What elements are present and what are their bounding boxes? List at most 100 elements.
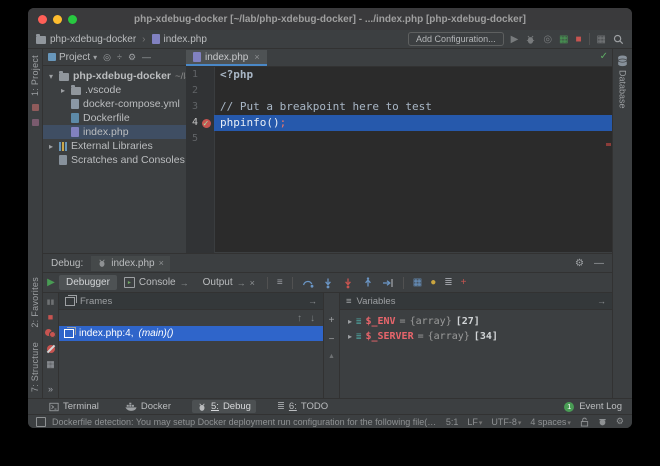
jump-to-output-icon[interactable]: → <box>237 278 246 288</box>
tree-item-external-libraries[interactable]: ▸ External Libraries <box>43 139 186 153</box>
tree-item-docker-compose[interactable]: docker-compose.yml <box>43 97 186 111</box>
tool-window-button-todo[interactable]: ≣ 6: TODO <box>272 400 333 413</box>
close-icon[interactable]: × <box>250 278 255 288</box>
previous-frame-icon[interactable]: ↑ <box>297 313 302 324</box>
stripe-icon[interactable] <box>31 104 39 112</box>
add-watch-icon[interactable]: + <box>329 315 335 326</box>
remove-watch-icon[interactable]: − <box>329 334 335 345</box>
stripe-icon[interactable] <box>31 119 39 127</box>
verified-breakpoint-icon[interactable] <box>201 116 211 132</box>
indent-selector[interactable]: 4 spaces▾ <box>530 417 571 427</box>
minimize-window-button[interactable] <box>53 15 62 24</box>
debug-session-tab[interactable]: index.php × <box>91 255 170 271</box>
pin-icon[interactable]: → <box>597 296 606 306</box>
settings-gear-icon[interactable]: ⚙ <box>128 52 136 63</box>
view-breakpoints-icon[interactable] <box>45 329 56 338</box>
collapse-all-icon[interactable]: ÷ <box>117 52 122 62</box>
project-panel-title[interactable]: Project <box>59 52 90 63</box>
breakpoint-gutter[interactable] <box>198 131 214 147</box>
variable-row[interactable]: ▸ ≣ $_SERVER = {array} [34] <box>340 329 612 344</box>
breakpoint-gutter[interactable] <box>198 67 214 83</box>
hector-inspections-icon[interactable] <box>598 417 607 427</box>
settings-gear-icon[interactable]: ⚙ <box>575 258 584 269</box>
mute-breakpoints-icon[interactable] <box>46 345 55 353</box>
editor-tab-index-php[interactable]: index.php × <box>186 50 267 66</box>
zoom-window-button[interactable] <box>68 15 77 24</box>
run-to-cursor-icon[interactable] <box>382 277 394 289</box>
add-watch-icon[interactable]: + <box>461 277 467 288</box>
coin-icon[interactable]: ● <box>430 277 436 288</box>
breadcrumb-project[interactable]: php-xdebug-docker <box>50 34 136 45</box>
hide-panel-icon[interactable]: — <box>142 52 151 62</box>
event-log-button[interactable]: 1 Event Log <box>564 401 622 412</box>
tool-window-button-docker[interactable]: Docker <box>120 400 176 413</box>
close-window-button[interactable] <box>38 15 47 24</box>
resume-program-icon[interactable]: ▶ <box>47 277 55 288</box>
search-everywhere-icon[interactable] <box>613 34 624 45</box>
breakpoint-gutter[interactable] <box>198 99 214 115</box>
run-icon[interactable]: ▶ <box>511 34 519 45</box>
stack-frame-row[interactable]: index.php:4, (main)() <box>59 326 323 341</box>
chevron-right-icon[interactable]: ▸ <box>348 332 352 341</box>
chevron-down-icon[interactable]: ▾ <box>47 72 55 81</box>
event-count-badge: 1 <box>564 401 575 412</box>
jump-to-console-icon[interactable]: → <box>180 278 189 288</box>
locate-file-icon[interactable]: ◎ <box>103 52 111 63</box>
next-frame-icon[interactable]: ↓ <box>310 313 315 324</box>
breakpoint-gutter[interactable] <box>198 115 214 132</box>
step-over-icon[interactable] <box>302 277 314 289</box>
add-configuration-button[interactable]: Add Configuration... <box>408 32 504 46</box>
hide-panel-icon[interactable]: — <box>594 258 604 269</box>
chevron-right-icon[interactable]: ▸ <box>59 86 67 95</box>
tool-window-button-favorites[interactable]: 2: Favorites <box>30 277 40 328</box>
tab-console[interactable]: ▸ Console → <box>117 275 196 290</box>
tool-window-button-debug[interactable]: 5: Debug <box>192 400 256 413</box>
code-editor[interactable]: 1 <?php 2 3 // Put a breakpoint here to … <box>186 67 612 253</box>
breakpoint-gutter[interactable] <box>198 83 214 99</box>
stop-icon[interactable]: ■ <box>576 34 582 45</box>
tool-window-button-project[interactable]: 1: Project <box>30 55 40 96</box>
caret-position[interactable]: 5:1 <box>446 417 459 427</box>
tool-window-button-database[interactable]: Database <box>618 70 628 109</box>
breadcrumb-file[interactable]: index.php <box>164 34 207 45</box>
show-execution-point-icon[interactable]: ≡ <box>277 277 283 288</box>
tool-window-button-terminal[interactable]: Terminal <box>44 400 104 413</box>
move-watch-up-icon[interactable]: ▲ <box>328 353 335 360</box>
tree-item-vscode[interactable]: ▸ .vscode <box>43 83 186 97</box>
tool-window-label: Docker <box>140 401 171 412</box>
profiler-icon[interactable]: ▦ <box>559 34 568 45</box>
status-message[interactable]: Dockerfile detection: You may setup Dock… <box>52 417 440 427</box>
stop-icon[interactable]: ■ <box>48 313 53 322</box>
force-step-into-icon[interactable] <box>342 277 354 289</box>
coverage-icon[interactable]: ◎ <box>543 34 552 45</box>
line-separator-selector[interactable]: LF▾ <box>467 417 482 427</box>
lock-icon[interactable] <box>580 417 589 427</box>
tool-window-button-structure[interactable]: 7: Structure <box>30 342 40 392</box>
tab-output[interactable]: Output → × <box>196 275 262 290</box>
tree-item-dockerfile[interactable]: Dockerfile <box>43 111 186 125</box>
step-out-icon[interactable] <box>362 276 374 289</box>
chevron-right-icon[interactable]: ▸ <box>47 142 55 151</box>
tool-window-layout-icon[interactable]: ▦ <box>597 34 606 45</box>
pause-icon[interactable]: ▮▮ <box>47 299 55 306</box>
chevron-right-icon[interactable]: ▸ <box>348 317 352 326</box>
tree-item-index-php[interactable]: index.php <box>43 125 186 139</box>
tab-debugger[interactable]: Debugger <box>59 275 117 290</box>
pin-icon[interactable]: → <box>308 296 317 306</box>
inspections-ok-icon[interactable]: ✓ <box>600 51 608 62</box>
close-icon[interactable]: × <box>159 258 164 268</box>
close-icon[interactable]: × <box>254 52 259 62</box>
hide-icon[interactable]: » <box>48 385 53 394</box>
restore-layout-icon[interactable]: ▦ <box>46 360 55 369</box>
tree-item-scratches[interactable]: Scratches and Consoles <box>43 153 186 167</box>
tree-item-project-root[interactable]: ▾ php-xdebug-docker ~/lab/php- <box>43 69 186 83</box>
step-into-icon[interactable] <box>322 277 334 289</box>
evaluate-expression-icon[interactable]: ▦ <box>413 277 422 288</box>
settings-gear-icon[interactable]: ⚙ <box>616 416 624 427</box>
variable-row[interactable]: ▸ ≣ $_ENV = {array} [27] <box>340 314 612 329</box>
tool-window-switcher-icon[interactable] <box>36 416 46 427</box>
chevron-down-icon[interactable]: ▾ <box>93 53 97 62</box>
encoding-selector[interactable]: UTF-8▾ <box>491 417 521 427</box>
debug-bug-icon[interactable] <box>525 34 536 45</box>
view-as-list-icon[interactable]: ≣ <box>444 277 452 288</box>
